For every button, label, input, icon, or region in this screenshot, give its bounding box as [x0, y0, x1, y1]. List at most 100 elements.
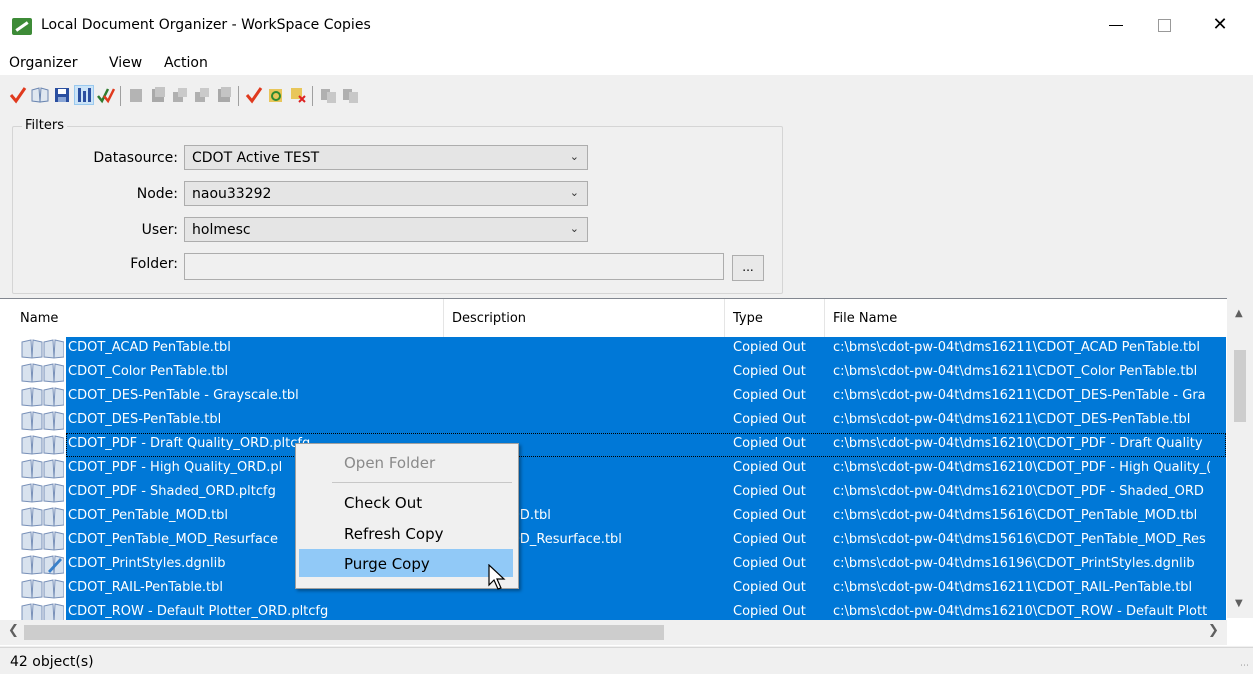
document-list[interactable]: Name Description Type File Name CDOT_ACA…: [0, 298, 1253, 646]
maximize-button[interactable]: [1140, 0, 1188, 50]
column-divider[interactable]: [724, 299, 725, 337]
doc-gray-3-icon[interactable]: [171, 86, 189, 104]
checkmark-icon[interactable]: [245, 86, 263, 104]
cell-type: Copied Out: [733, 508, 806, 523]
scroll-left-icon[interactable]: ❮: [8, 623, 19, 638]
document-file-icon: [21, 459, 64, 479]
column-header-name[interactable]: Name: [20, 311, 58, 326]
menu-refresh-copy[interactable]: Refresh Copy: [344, 525, 443, 543]
datasource-select[interactable]: CDOT Active TEST ⌄: [184, 145, 588, 170]
menu-open-folder[interactable]: Open Folder: [344, 454, 435, 472]
cell-type: Copied Out: [733, 484, 806, 499]
purge-copy-icon[interactable]: [289, 86, 307, 104]
doc-gray-4-icon[interactable]: [193, 86, 211, 104]
column-header-type[interactable]: Type: [733, 311, 763, 326]
document-file-icon: [21, 531, 64, 551]
doc-gray-2-icon[interactable]: [149, 86, 167, 104]
document-file-icon: [21, 435, 64, 455]
title-bar: Local Document Organizer - WorkSpace Cop…: [0, 0, 1253, 50]
table-row[interactable]: CDOT_PDF - Shaded_ORD.pltcfg Copied Out c:…: [0, 481, 1226, 505]
context-menu: Open Folder Check Out Refresh Copy Purge…: [295, 443, 519, 589]
toolbar-separator: [238, 86, 239, 106]
document-file-icon: [21, 363, 64, 383]
user-select[interactable]: holmesc ⌄: [184, 217, 588, 242]
app-window: Local Document Organizer - WorkSpace Cop…: [0, 0, 1253, 674]
refresh-copy-icon[interactable]: [267, 86, 285, 104]
browse-button[interactable]: ...: [732, 255, 764, 281]
cell-type: Copied Out: [733, 388, 806, 403]
cell-type: Copied Out: [733, 412, 806, 427]
datasource-value: CDOT Active TEST: [192, 150, 320, 166]
column-divider[interactable]: [443, 299, 444, 337]
menu-organizer[interactable]: Organizer: [9, 55, 77, 71]
properties-icon[interactable]: [74, 85, 94, 105]
column-header-file-name[interactable]: File Name: [833, 311, 897, 326]
vertical-scroll-thumb[interactable]: [1234, 350, 1246, 422]
cell-type: Copied Out: [733, 604, 806, 619]
table-row[interactable]: CDOT_PenTable_MOD_Resurface nTable_MOD_Re…: [0, 529, 1226, 553]
multi-check-icon[interactable]: [97, 86, 115, 104]
table-row[interactable]: CDOT_RAIL-PenTable.tbl Copied Out c:\bms\c…: [0, 577, 1226, 601]
menu-action[interactable]: Action: [164, 55, 208, 71]
cell-name: CDOT_ROW - Default Plotter_ORD.pltcfg: [68, 604, 329, 619]
dgnlib-file-icon: [21, 555, 64, 575]
column-divider[interactable]: [824, 299, 825, 337]
cell-file-name: c:\bms\cdot-pw-04t\dms16210\CDOT_PDF - S…: [833, 484, 1204, 499]
doc-gray-1-icon[interactable]: [127, 86, 145, 104]
chevron-down-icon: ⌄: [569, 150, 579, 163]
horizontal-scrollbar[interactable]: ❮ ❯: [0, 620, 1227, 645]
table-row[interactable]: CDOT_PenTable_MOD.tblnTable_MOD.tblCopie…: [0, 505, 1226, 529]
window-title: Local Document Organizer - WorkSpace Cop…: [41, 17, 371, 33]
table-row[interactable]: CDOT_DES-PenTable - Grayscale.tbl Copied …: [0, 385, 1226, 409]
status-bar: 42 object(s) ⋯: [0, 647, 1253, 674]
document-file-icon: [21, 411, 64, 431]
table-row[interactable]: CDOT_ACAD PenTable.tbl Copied Out c:\bms\c…: [0, 337, 1226, 361]
node-select[interactable]: naou33292 ⌄: [184, 181, 588, 206]
cell-name: CDOT_Color PenTable.tbl: [68, 364, 229, 379]
table-row[interactable]: CDOT_PDF - Draft Quality_ORD.pltcfg Copie…: [0, 433, 1226, 457]
folder-input[interactable]: [184, 253, 724, 280]
menu-check-out[interactable]: Check Out: [344, 494, 422, 512]
scroll-right-icon[interactable]: ❯: [1208, 623, 1219, 638]
copy-gray-1-icon[interactable]: [319, 86, 337, 104]
cell-type: Copied Out: [733, 364, 806, 379]
cell-file-name: c:\bms\cdot-pw-04t\dms15616\CDOT_PenTabl…: [833, 532, 1206, 547]
horizontal-scroll-thumb[interactable]: [24, 625, 664, 640]
vertical-scrollbar[interactable]: ▲ ▼: [1227, 298, 1253, 618]
menu-purge-copy[interactable]: Purge Copy: [344, 555, 430, 573]
table-row[interactable]: CDOT_DES-PenTable.tbl Copied Out c:\bms\cd…: [0, 409, 1226, 433]
save-icon[interactable]: [53, 86, 71, 104]
maximize-icon: [1157, 18, 1171, 32]
table-row[interactable]: CDOT_PrintStyles.dgnlib Copied Out c:\bms\…: [0, 553, 1226, 577]
check-out-icon[interactable]: [9, 86, 27, 104]
toolbar: [0, 76, 1253, 114]
close-button[interactable]: ✕: [1196, 0, 1244, 50]
column-header-description[interactable]: Description: [452, 311, 526, 326]
scroll-down-icon[interactable]: ▼: [1235, 598, 1243, 609]
open-book-icon[interactable]: [31, 86, 49, 104]
scroll-up-icon[interactable]: ▲: [1235, 308, 1243, 319]
cell-type: Copied Out: [733, 532, 806, 547]
cell-type: Copied Out: [733, 580, 806, 595]
cell-file-name: c:\bms\cdot-pw-04t\dms16211\CDOT_RAIL-Pe…: [833, 580, 1193, 595]
chevron-down-icon: ⌄: [569, 186, 579, 199]
doc-gray-5-icon[interactable]: [215, 86, 233, 104]
cell-file-name: c:\bms\cdot-pw-04t\dms15616\CDOT_PenTabl…: [833, 508, 1198, 523]
close-icon: ✕: [1212, 14, 1228, 35]
cell-name: CDOT_DES-PenTable - Grayscale.tbl: [68, 388, 299, 403]
object-count: 42 object(s): [10, 654, 94, 670]
cell-file-name: c:\bms\cdot-pw-04t\dms16211\CDOT_DES-Pen…: [833, 412, 1191, 427]
minimize-button[interactable]: [1092, 0, 1140, 50]
resize-grip-icon[interactable]: ⋯: [1240, 661, 1249, 671]
menu-separator: [332, 482, 512, 483]
menu-view[interactable]: View: [109, 55, 142, 71]
table-row[interactable]: CDOT_Color PenTable.tbl Copied Out c:\bms\…: [0, 361, 1226, 385]
toolbar-separator: [312, 86, 313, 106]
chevron-down-icon: ⌄: [569, 222, 579, 235]
node-label: Node:: [136, 186, 178, 202]
cell-name: CDOT_DES-PenTable.tbl: [68, 412, 222, 427]
cell-name: CDOT_ACAD PenTable.tbl: [68, 340, 231, 355]
copy-gray-2-icon[interactable]: [341, 86, 359, 104]
folder-label: Folder:: [130, 256, 178, 272]
table-row[interactable]: CDOT_PDF - High Quality_ORD.pl Copied Out…: [0, 457, 1226, 481]
